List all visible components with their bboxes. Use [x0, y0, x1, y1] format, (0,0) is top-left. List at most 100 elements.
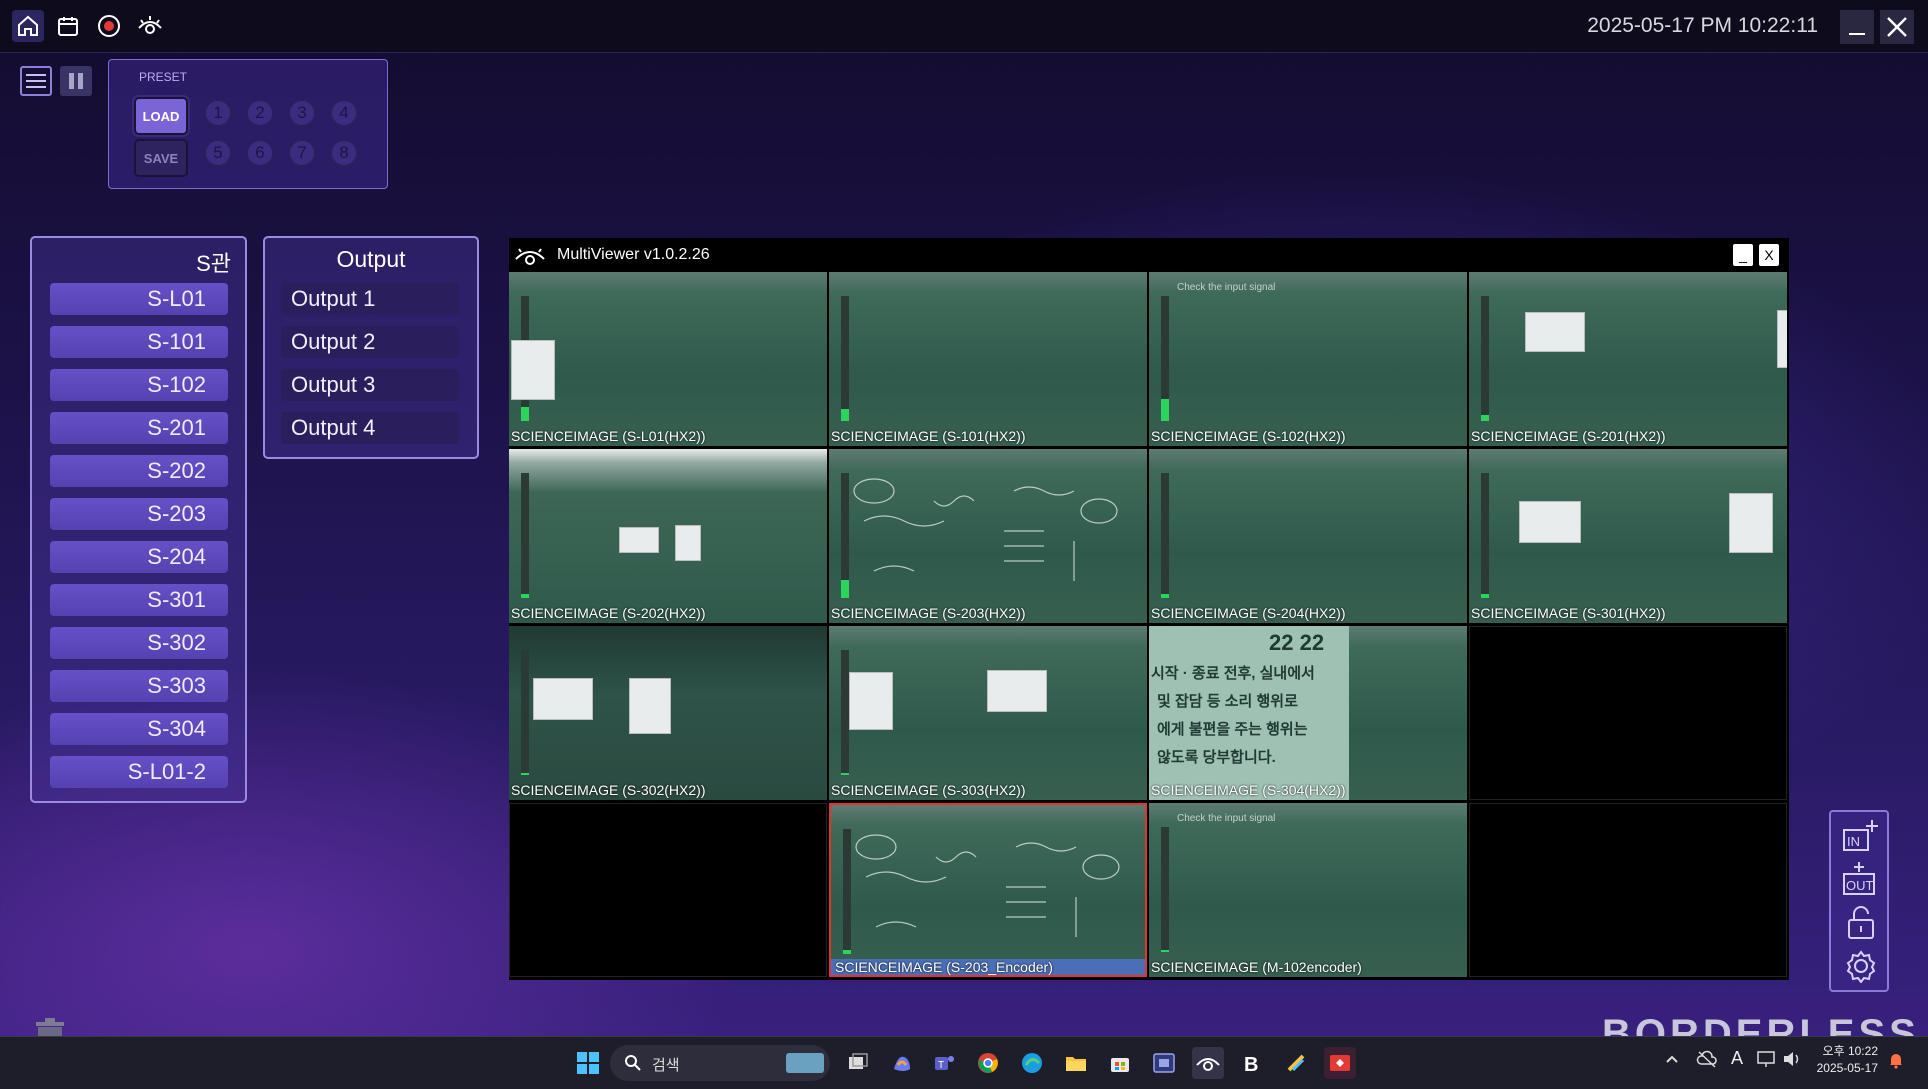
- svg-text:T: T: [938, 1060, 944, 1071]
- room-button-s-304[interactable]: S-304: [50, 713, 228, 745]
- multiviewer-logo-icon[interactable]: [134, 10, 166, 42]
- ime-indicator[interactable]: A: [1731, 1048, 1743, 1069]
- output-button-1[interactable]: Output 1: [281, 283, 459, 315]
- video-cell[interactable]: SCIENCEIMAGE (S-201(HX2)): [1469, 272, 1787, 446]
- home-icon[interactable]: [12, 10, 44, 42]
- notification-bell-icon[interactable]: [1888, 1051, 1904, 1074]
- link-app-icon[interactable]: [1280, 1047, 1312, 1079]
- copilot-icon[interactable]: [886, 1047, 918, 1079]
- board-paper: [511, 340, 555, 400]
- room-button-s-301[interactable]: S-301: [50, 584, 228, 616]
- output-button-3[interactable]: Output 3: [281, 369, 459, 401]
- unlock-icon[interactable]: [1839, 902, 1883, 942]
- preset-load-button[interactable]: LOAD: [134, 97, 188, 135]
- video-cell-label: SCIENCEIMAGE (S-302(HX2)): [511, 782, 706, 798]
- search-highlight-icon: [786, 1053, 824, 1073]
- video-cell[interactable]: SCIENCEIMAGE (S-303(HX2)): [829, 626, 1147, 800]
- multiviewer-window: MultiViewer v1.0.2.26 _ X SCIENCEIMAGE (…: [509, 238, 1789, 980]
- preset-slot-3[interactable]: 3: [288, 99, 316, 127]
- tray-clock[interactable]: 오후 10:22 2025-05-17: [1817, 1043, 1878, 1077]
- output-panel: Output Output 1 Output 2 Output 3 Output…: [263, 236, 479, 459]
- store-icon[interactable]: [1104, 1047, 1136, 1079]
- no-signal-text: Check the input signal: [1177, 813, 1276, 824]
- room-button-s-101[interactable]: S-101: [50, 326, 228, 358]
- video-cell[interactable]: SCIENCEIMAGE (S-202(HX2)): [509, 449, 827, 623]
- room-button-s-202[interactable]: S-202: [50, 455, 228, 487]
- board-paper: [987, 670, 1047, 712]
- room-button-s-201[interactable]: S-201: [50, 412, 228, 444]
- room-button-s-303[interactable]: S-303: [50, 670, 228, 702]
- preset-panel: PRESET LOAD SAVE 1 2 3 4 5 6 7 8: [108, 59, 388, 189]
- out-add-icon[interactable]: OUT: [1839, 858, 1883, 898]
- output-button-2[interactable]: Output 2: [281, 326, 459, 358]
- in-add-icon[interactable]: IN: [1839, 816, 1883, 856]
- settings-gear-icon[interactable]: [1839, 946, 1883, 986]
- red-app-icon[interactable]: [1324, 1047, 1356, 1079]
- video-cell-empty[interactable]: [509, 803, 827, 977]
- svg-text:B: B: [1244, 1054, 1258, 1075]
- search-placeholder: 검색: [652, 1057, 680, 1074]
- multiviewer-close-button[interactable]: X: [1759, 244, 1779, 266]
- room-button-s-l01-2[interactable]: S-L01-2: [50, 756, 228, 788]
- video-cell[interactable]: SCIENCEIMAGE (S-101(HX2)): [829, 272, 1147, 446]
- video-cell[interactable]: SCIENCEIMAGE (S-L01(HX2)): [509, 272, 827, 446]
- video-cell-empty[interactable]: [1469, 803, 1787, 977]
- board-paper: [1519, 501, 1581, 543]
- preset-slot-5[interactable]: 5: [204, 139, 232, 167]
- edge-icon[interactable]: [1016, 1047, 1048, 1079]
- board-paper: [1525, 312, 1585, 352]
- minimize-button[interactable]: [1840, 10, 1874, 44]
- output-button-4[interactable]: Output 4: [281, 412, 459, 444]
- video-cell-label: SCIENCEIMAGE (S-201(HX2)): [1471, 428, 1666, 444]
- preset-slot-2[interactable]: 2: [246, 99, 274, 127]
- teams-icon[interactable]: T: [928, 1047, 960, 1079]
- multiviewer-minimize-button[interactable]: _: [1733, 244, 1753, 266]
- task-view-icon[interactable]: [842, 1047, 874, 1079]
- tray-overflow-chevron-icon[interactable]: [1664, 1051, 1680, 1072]
- taskbar-search[interactable]: 검색: [610, 1045, 830, 1081]
- pause-icon[interactable]: [60, 66, 92, 96]
- file-explorer-icon[interactable]: [1060, 1047, 1092, 1079]
- audio-meter: [841, 296, 849, 421]
- video-cell[interactable]: SCIENCEIMAGE (S-302(HX2)): [509, 626, 827, 800]
- video-cell[interactable]: SCIENCEIMAGE (S-204(HX2)): [1149, 449, 1467, 623]
- calendar-icon[interactable]: [52, 10, 84, 42]
- close-button[interactable]: [1880, 10, 1914, 44]
- room-button-s-203[interactable]: S-203: [50, 498, 228, 530]
- preset-slot-8[interactable]: 8: [330, 139, 358, 167]
- trash-icon[interactable]: [30, 1016, 70, 1036]
- preset-slot-6[interactable]: 6: [246, 139, 274, 167]
- video-cell[interactable]: Check the input signal SCIENCEIMAGE (M-1…: [1149, 803, 1467, 977]
- video-cell[interactable]: SCIENCEIMAGE (S-203(HX2)): [829, 449, 1147, 623]
- cloud-offline-icon[interactable]: [1696, 1049, 1718, 1074]
- bold-b-app-icon[interactable]: B: [1236, 1047, 1268, 1079]
- video-cell-selected[interactable]: SCIENCEIMAGE (S-203_Encoder): [829, 803, 1147, 977]
- video-cell-empty[interactable]: [1469, 626, 1787, 800]
- output-panel-title: Output: [336, 246, 406, 272]
- video-cell[interactable]: Check the input signal SCIENCEIMAGE (S-1…: [1149, 272, 1467, 446]
- layout-list-icon[interactable]: [20, 66, 52, 96]
- network-icon[interactable]: [1756, 1049, 1778, 1074]
- video-cell-label: SCIENCEIMAGE (S-202(HX2)): [511, 605, 706, 621]
- multiviewer-titlebar[interactable]: MultiViewer v1.0.2.26 _ X: [509, 238, 1789, 272]
- remote-app-icon[interactable]: [1148, 1047, 1180, 1079]
- video-cell[interactable]: SCIENCEIMAGE (S-301(HX2)): [1469, 449, 1787, 623]
- video-cell[interactable]: 22 22 시작 · 종료 전후, 실내에서 및 잡담 등 소리 행위로 에게 …: [1149, 626, 1467, 800]
- preset-slot-1[interactable]: 1: [204, 99, 232, 127]
- chrome-icon[interactable]: [972, 1047, 1004, 1079]
- room-button-s-204[interactable]: S-204: [50, 541, 228, 573]
- svg-text:OUT: OUT: [1846, 878, 1874, 893]
- preset-slot-4[interactable]: 4: [330, 99, 358, 127]
- video-cell-label: SCIENCEIMAGE (S-L01(HX2)): [511, 428, 706, 444]
- volume-icon[interactable]: [1782, 1049, 1802, 1074]
- room-button-s-102[interactable]: S-102: [50, 369, 228, 401]
- record-icon[interactable]: [93, 10, 125, 42]
- multiviewer-taskbar-icon[interactable]: [1192, 1047, 1224, 1079]
- room-button-s-l01[interactable]: S-L01: [50, 283, 228, 315]
- board-paper: [675, 525, 701, 561]
- rooms-panel: S관 S-L01 S-101 S-102 S-201 S-202 S-203 S…: [30, 236, 247, 803]
- preset-slot-7[interactable]: 7: [288, 139, 316, 167]
- windows-start-icon[interactable]: [572, 1047, 604, 1079]
- room-button-s-302[interactable]: S-302: [50, 627, 228, 659]
- preset-save-button[interactable]: SAVE: [134, 139, 188, 177]
